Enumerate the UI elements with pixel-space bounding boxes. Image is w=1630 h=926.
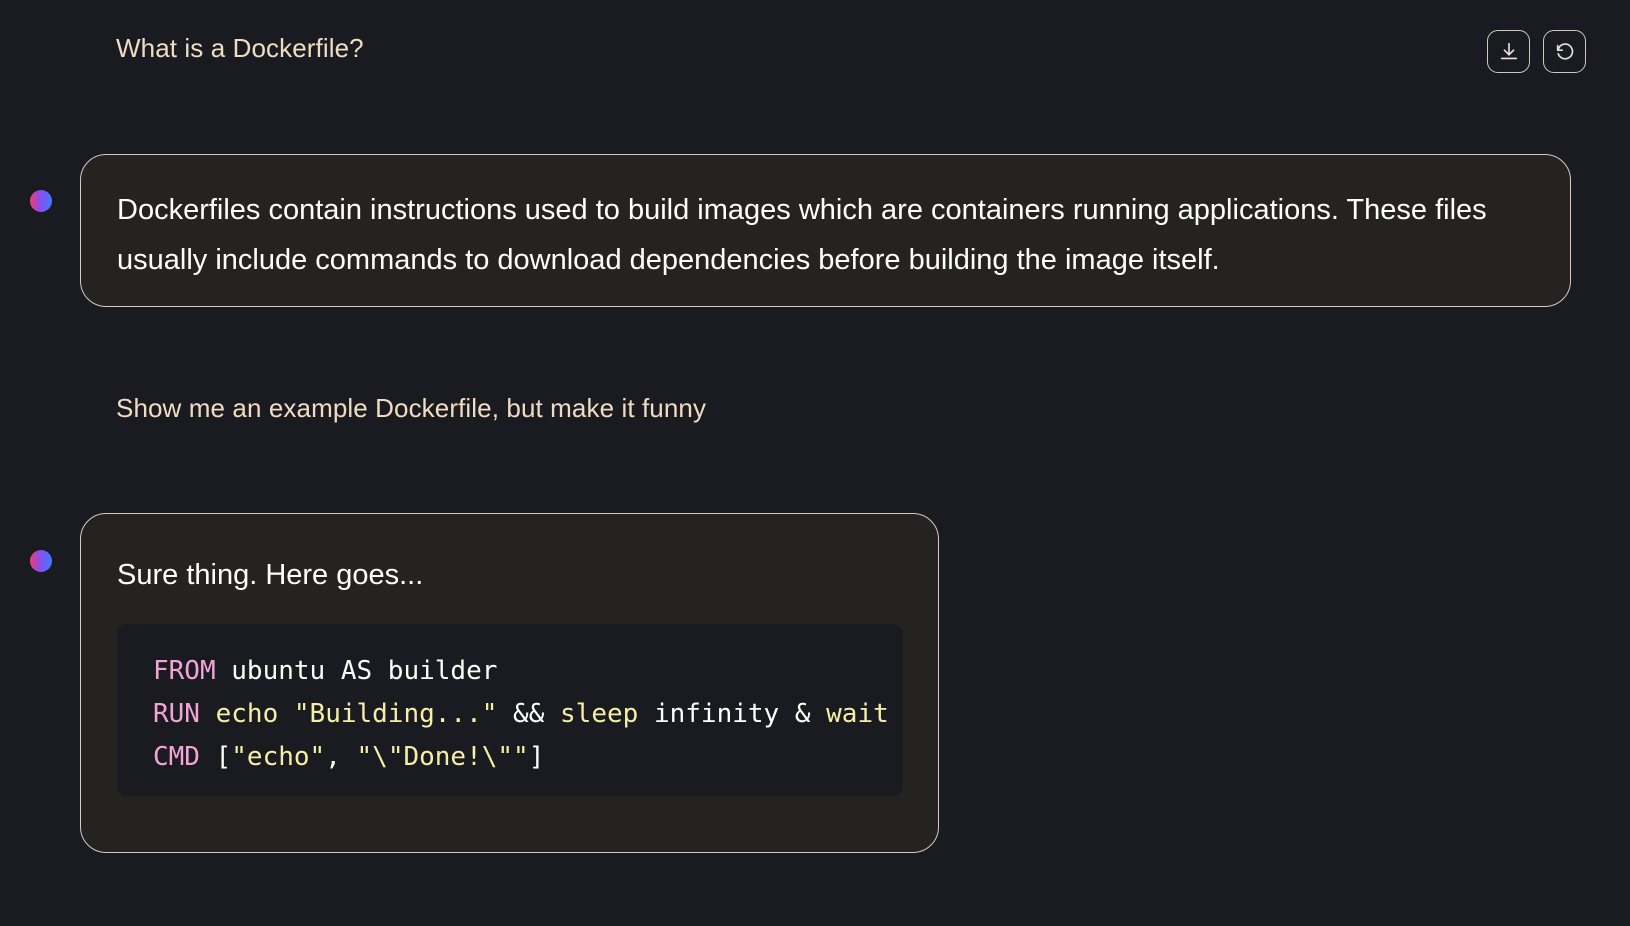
assistant-message-bubble: Dockerfiles contain instructions used to… [80,154,1571,307]
code-command: echo [199,699,294,729]
reset-button[interactable] [1543,30,1586,73]
code-keyword: FROM [153,656,216,686]
code-keyword: RUN [153,699,200,729]
download-icon [1500,42,1517,59]
download-button[interactable] [1487,30,1530,73]
code-command: sleep [560,699,639,729]
assistant-avatar [30,190,52,212]
assistant-message-text: Sure thing. Here goes... [117,559,424,591]
user-message: What is a Dockerfile? [116,33,364,63]
code-string: "Building..." [293,699,498,729]
code-string: "echo" [231,742,326,772]
code-text: [ [199,742,232,772]
code-text: ubuntu AS builder [215,656,498,686]
code-block: FROM ubuntu AS builder RUN echo "Building… [117,624,903,796]
code-command: wait [826,699,889,729]
code-text: && [497,699,561,729]
toolbar [1487,30,1586,73]
user-message: Show me an example Dockerfile, but make … [116,393,707,423]
code-text: , [325,742,357,772]
code-line: RUN echo "Building..." && sleep infinity… [153,693,889,736]
code-keyword: CMD [153,742,200,772]
assistant-avatar [30,550,52,572]
assistant-message-text: Dockerfiles contain instructions used to… [117,194,1487,276]
assistant-message-bubble: Sure thing. Here goes... FROM ubuntu AS … [80,513,939,853]
code-line: CMD ["echo", "\"Done!\""] [153,736,867,779]
chat-page: What is a Dockerfile? Dockerfiles contai… [0,0,1630,926]
code-string: "\"Done!\"" [356,742,529,772]
code-line: FROM ubuntu AS builder [153,650,867,693]
code-text: infinity & [638,699,827,729]
rotate-ccw-icon [1556,42,1573,60]
code-text: ] [528,742,545,772]
